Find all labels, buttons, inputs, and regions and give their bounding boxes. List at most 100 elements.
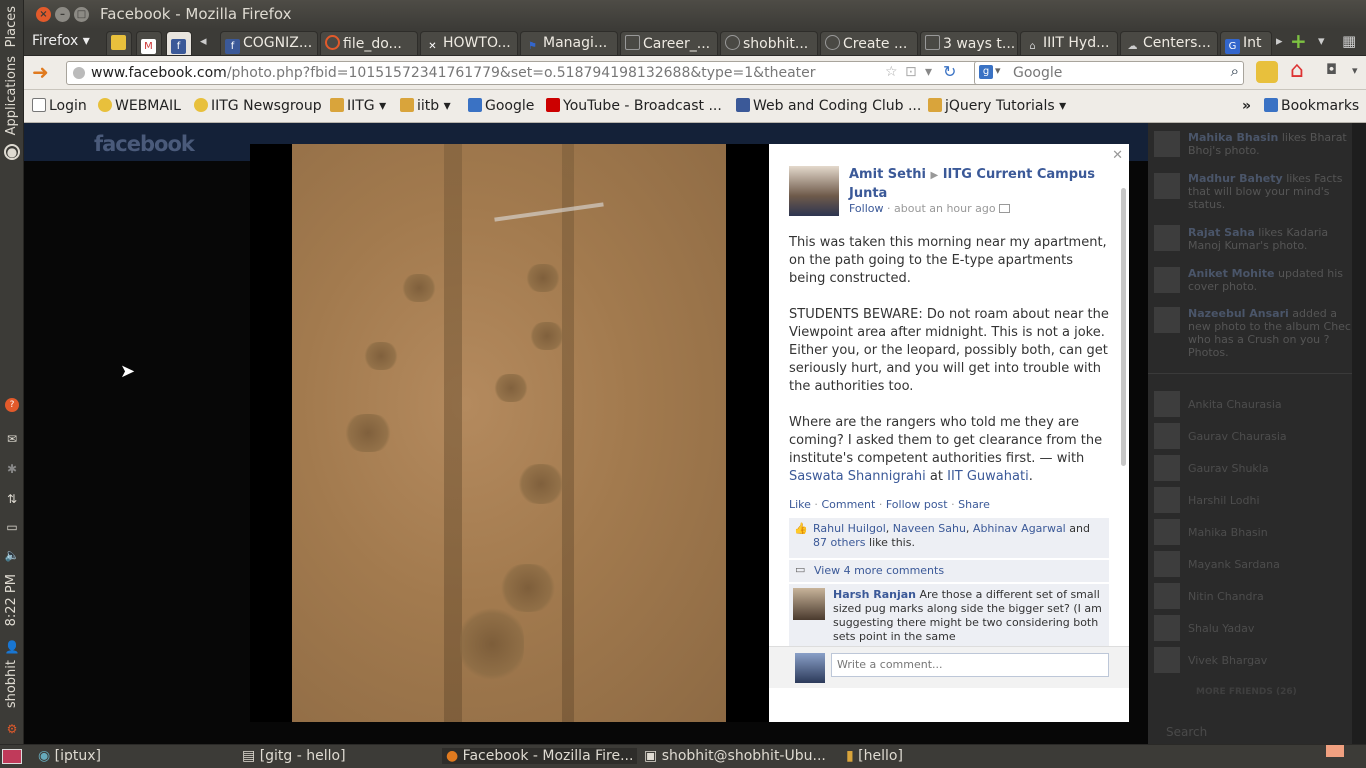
- follow-link[interactable]: Follow: [849, 202, 884, 215]
- battery-icon[interactable]: ▭: [3, 518, 21, 536]
- liker-link[interactable]: Abhinav Agarwal: [973, 522, 1066, 535]
- tab-int[interactable]: G Int: [1220, 31, 1272, 55]
- applications-menu[interactable]: Applications: [4, 56, 19, 135]
- reload-icon[interactable]: ↻: [943, 62, 956, 81]
- comments-scrollbar[interactable]: [1121, 188, 1126, 466]
- taskbar-item-firefox[interactable]: ● Facebook - Mozilla Fire...: [442, 748, 638, 764]
- bookmark-iitg-newsgroup[interactable]: IITG Newsgroup: [194, 98, 322, 114]
- indicator-icon[interactable]: ?: [5, 398, 19, 412]
- bluetooth-icon[interactable]: ✱: [3, 460, 21, 478]
- list-tabs-icon[interactable]: ▾: [1318, 34, 1325, 49]
- maximize-window-button[interactable]: □: [74, 7, 89, 22]
- show-desktop-icon[interactable]: [2, 749, 22, 764]
- facebook-logo[interactable]: facebook: [94, 132, 195, 156]
- chat-contact[interactable]: Gaurav Shukla: [1188, 462, 1269, 475]
- commenter-avatar[interactable]: [793, 588, 825, 620]
- search-icon[interactable]: ⌕: [1231, 62, 1239, 80]
- follow-post-link[interactable]: Follow post: [886, 498, 948, 511]
- bookmark-google[interactable]: Google: [468, 98, 534, 114]
- chat-contact[interactable]: Ankita Chaurasia: [1188, 398, 1282, 411]
- scroll-tabs-left-icon[interactable]: ◂: [200, 34, 207, 49]
- pinned-tab-gmail[interactable]: M: [136, 31, 162, 55]
- others-link[interactable]: 87 others: [813, 536, 866, 549]
- home-icon[interactable]: ⌂: [1290, 58, 1304, 83]
- location-link[interactable]: IIT Guwahati: [947, 469, 1029, 484]
- write-comment-input[interactable]: Write a comment...: [831, 653, 1109, 677]
- back-arrow-icon[interactable]: ➜: [32, 60, 49, 84]
- network-icon[interactable]: ⇅: [3, 490, 21, 508]
- liker-link[interactable]: Naveen Sahu: [893, 522, 966, 535]
- bookmark-webmail[interactable]: WEBMAIL: [98, 98, 181, 114]
- session-gear-icon[interactable]: ⚙: [3, 720, 21, 738]
- more-friends-label[interactable]: MORE FRIENDS (26): [1196, 687, 1297, 697]
- taskbar-item-gitg[interactable]: ▤ [gitg - hello]: [242, 748, 346, 764]
- ticker-item[interactable]: Nazeebul Ansari added a new photo to the…: [1188, 307, 1358, 359]
- tab-file-do[interactable]: file_do...: [320, 31, 418, 55]
- leopard-pugmark-photo[interactable]: [292, 144, 726, 722]
- close-icon[interactable]: ✕: [1112, 148, 1123, 163]
- bookmark-web-coding-club[interactable]: Web and Coding Club ...: [736, 98, 921, 114]
- comment-link[interactable]: Comment: [821, 498, 875, 511]
- pocket-toolbar-icon[interactable]: ◘: [1326, 62, 1337, 78]
- close-window-button[interactable]: ×: [36, 7, 51, 22]
- bookmark-folder-iitb[interactable]: iitb ▾: [400, 98, 451, 114]
- taskbar-item-hello-folder[interactable]: ▮ [hello]: [846, 748, 903, 764]
- chat-contact[interactable]: Shalu Yadav: [1188, 622, 1254, 635]
- liker-link[interactable]: Rahul Huilgol: [813, 522, 886, 535]
- ticker-item[interactable]: Rajat Saha likes Kadaria Manoj Kumar's p…: [1188, 226, 1358, 252]
- bookmark-login[interactable]: Login: [32, 98, 87, 114]
- workspace-switcher-icon[interactable]: [1326, 745, 1344, 757]
- chat-contact[interactable]: Mahika Bhasin: [1188, 526, 1268, 539]
- engine-dropdown-icon[interactable]: ▾: [995, 64, 1001, 77]
- tab-iiit-hyd[interactable]: ⌂ IIIT Hyd...: [1020, 31, 1118, 55]
- chat-contact[interactable]: Mayank Sardana: [1188, 558, 1280, 571]
- taskbar-item-terminal[interactable]: ▣ shobhit@shobhit-Ubu...: [644, 748, 826, 764]
- google-engine-icon[interactable]: g: [979, 65, 993, 79]
- tab-centers[interactable]: ☁ Centers...: [1120, 31, 1218, 55]
- author-avatar[interactable]: [789, 166, 839, 216]
- like-link[interactable]: Like: [789, 498, 811, 511]
- tab-shobhit[interactable]: shobhit...: [720, 31, 818, 55]
- tab-cogniz[interactable]: f COGNIZ...: [220, 31, 318, 55]
- tab-groups-icon[interactable]: ▦: [1342, 32, 1356, 50]
- bookmarks-menu-button[interactable]: Bookmarks: [1264, 98, 1359, 114]
- chat-search-input[interactable]: Search: [1166, 725, 1207, 739]
- page-scrollbar[interactable]: [1352, 123, 1366, 744]
- tab-howto[interactable]: ✕ HOWTO...: [420, 31, 518, 55]
- taskbar-item-iptux[interactable]: ◉ [iptux]: [38, 748, 101, 764]
- tab-create[interactable]: Create ...: [820, 31, 918, 55]
- extension-icon[interactable]: [1256, 61, 1278, 83]
- user-icon[interactable]: 👤: [3, 638, 21, 656]
- chat-contact[interactable]: Gaurav Chaurasia: [1188, 430, 1287, 443]
- chat-contact[interactable]: Vivek Bhargav: [1188, 654, 1267, 667]
- pocket-icon[interactable]: ⊡: [905, 64, 917, 80]
- search-input[interactable]: g ▾ Google ⌕: [974, 61, 1244, 85]
- site-identity-icon[interactable]: [73, 67, 85, 79]
- chat-contact[interactable]: Nitin Chandra: [1188, 590, 1264, 603]
- timestamp[interactable]: about an hour ago: [894, 202, 996, 215]
- ticker-item[interactable]: Mahika Bhasin likes Bharat Bhoj's photo.: [1188, 131, 1358, 157]
- url-dropdown-icon[interactable]: ▾: [925, 64, 932, 80]
- minimize-window-button[interactable]: –: [55, 7, 70, 22]
- user-name[interactable]: shobhit: [4, 660, 19, 708]
- bookmark-folder-iitg[interactable]: IITG ▾: [330, 98, 386, 114]
- author-link[interactable]: Amit Sethi: [849, 167, 926, 182]
- more-bookmarks-chevron-icon[interactable]: »: [1242, 98, 1251, 114]
- pinned-tab-iitg[interactable]: [106, 31, 132, 55]
- pinned-tab-facebook[interactable]: f: [166, 31, 192, 55]
- ticker-item[interactable]: Aniket Mohite updated his cover photo.: [1188, 267, 1358, 293]
- bookmark-youtube[interactable]: YouTube - Broadcast ...: [546, 98, 722, 114]
- clock[interactable]: 8:22 PM: [4, 574, 19, 626]
- firefox-menu-button[interactable]: Firefox ▾: [32, 33, 90, 49]
- menu-dropdown-icon[interactable]: ▾: [1352, 64, 1358, 77]
- tab-managi[interactable]: ⚑ Managi...: [520, 31, 618, 55]
- view-more-comments-row[interactable]: ▭ View 4 more comments: [789, 560, 1109, 582]
- volume-icon[interactable]: 🔈: [3, 546, 21, 564]
- places-menu[interactable]: Places: [4, 6, 19, 47]
- scroll-tabs-right-icon[interactable]: ▸: [1276, 34, 1283, 49]
- ubuntu-logo-icon[interactable]: ●: [4, 144, 20, 160]
- share-link[interactable]: Share: [958, 498, 990, 511]
- chat-contact[interactable]: Harshil Lodhi: [1188, 494, 1260, 507]
- tab-3-ways[interactable]: 3 ways t...: [920, 31, 1018, 55]
- commenter-link[interactable]: Harsh Ranjan: [833, 588, 916, 601]
